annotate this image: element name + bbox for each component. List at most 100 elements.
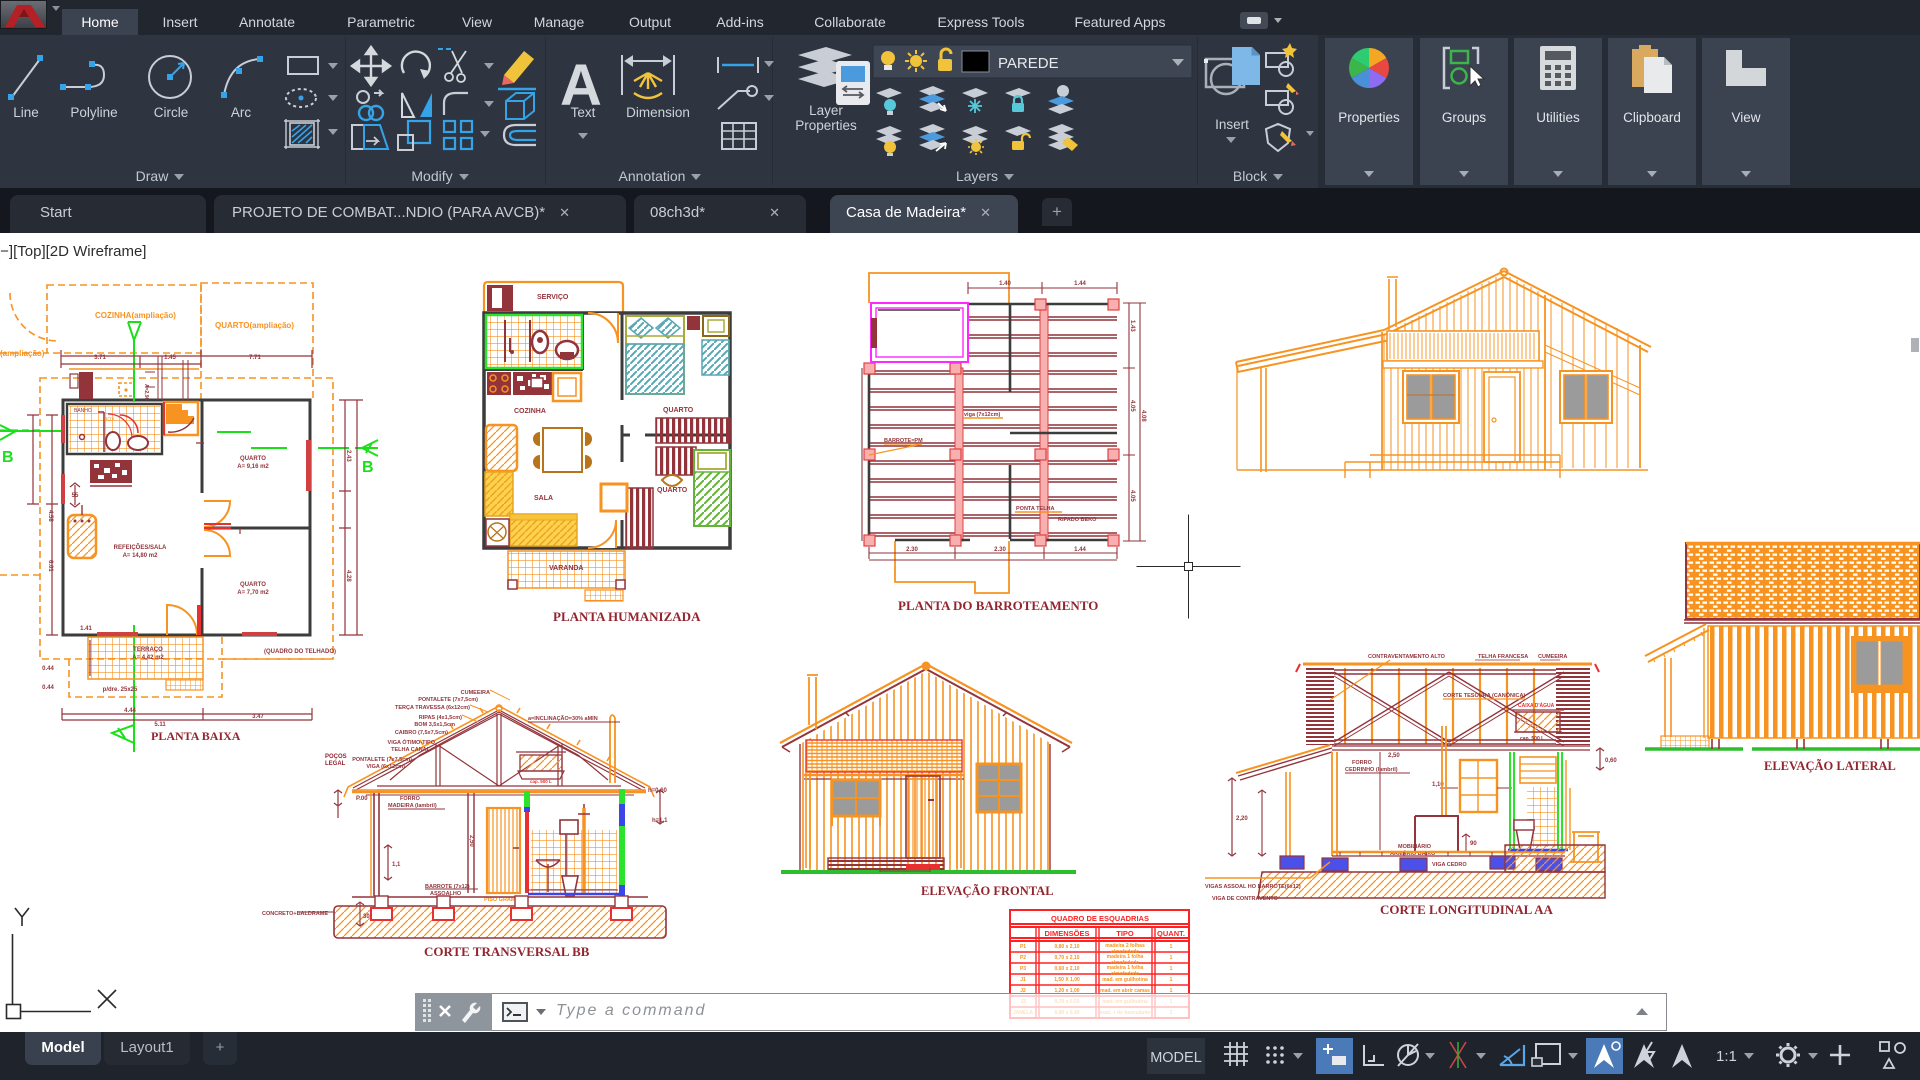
svg-text:90: 90: [1470, 841, 1477, 847]
svg-text:1:1: 1:1: [1716, 1048, 1737, 1065]
svg-text:VARANDA: VARANDA: [549, 565, 583, 572]
svg-text:4.58: 4.58: [47, 510, 53, 522]
svg-text:QUARTO: QUARTO: [240, 456, 266, 462]
svg-text:a=INCLINAÇÃO=30% aMIN: a=INCLINAÇÃO=30% aMIN: [528, 715, 598, 722]
svg-text:A= 4,42 m2: A= 4,42 m2: [132, 655, 164, 661]
svg-text:BOM 3,5x1,5cm: BOM 3,5x1,5cm: [414, 722, 455, 728]
svg-text:B: B: [362, 459, 374, 476]
svg-text:BANHO: BANHO: [74, 408, 92, 414]
svg-text:30: 30: [363, 914, 370, 920]
svg-text:4.08: 4.08: [1140, 410, 1146, 422]
svg-text:CAIXA D'ÁGUA: CAIXA D'ÁGUA: [1518, 702, 1555, 709]
svg-text:RIPAS (4x1,5cm): RIPAS (4x1,5cm): [419, 715, 462, 721]
svg-text:CORTE TESOURA (CANÔNICA): CORTE TESOURA (CANÔNICA): [1443, 691, 1525, 699]
svg-text:cap. 500 L: cap. 500 L: [530, 779, 552, 784]
svg-text:cap. 500 L: cap. 500 L: [1520, 736, 1544, 742]
svg-text:0,60: 0,60: [1605, 758, 1617, 764]
svg-text:P1: P1: [1020, 944, 1026, 950]
svg-text:0.44: 0.44: [42, 666, 54, 672]
svg-text:CUMEEIRA: CUMEEIRA: [461, 690, 490, 696]
svg-text:1: 1: [1170, 955, 1173, 961]
svg-text:ELEVAÇÃO LATERAL: ELEVAÇÃO LATERAL: [1764, 759, 1896, 773]
svg-text:1.40: 1.40: [999, 281, 1011, 287]
svg-text:PLANTA HUMANIZADA: PLANTA HUMANIZADA: [553, 609, 701, 624]
svg-text:TELHA CANAL: TELHA CANAL: [391, 747, 431, 753]
svg-text:3.71: 3.71: [94, 355, 106, 361]
svg-text:PONTALETE (7x7,5cm): PONTALETE (7x7,5cm): [352, 757, 412, 763]
svg-text:CORTE TRANSVERSAL BB: CORTE TRANSVERSAL BB: [424, 944, 590, 959]
svg-text:1: 1: [1170, 977, 1173, 983]
svg-text:2,50: 2,50: [1388, 753, 1400, 759]
svg-text:PLANTA BAIXA: PLANTA BAIXA: [151, 729, 241, 743]
svg-text:SERVIÇO: SERVIÇO: [537, 294, 569, 301]
svg-text:1: 1: [1170, 966, 1173, 972]
svg-text:4.05: 4.05: [1129, 490, 1135, 502]
svg-text:SALA: SALA: [534, 495, 553, 502]
svg-text:2.30: 2.30: [994, 547, 1006, 553]
svg-text:4.05: 4.05: [1129, 400, 1135, 412]
svg-text:2.43: 2.43: [345, 450, 351, 462]
svg-text:2,20: 2,20: [1236, 816, 1248, 822]
svg-text:A= 9,16 m2: A= 9,16 m2: [237, 464, 269, 470]
svg-text:4.28: 4.28: [345, 570, 351, 582]
svg-text:A= 14,80 m2: A= 14,80 m2: [123, 553, 159, 559]
svg-text:A= 7,70 m2: A= 7,70 m2: [237, 590, 269, 596]
svg-text:CAIBRO (7,5x7,5cm): CAIBRO (7,5x7,5cm): [395, 730, 448, 736]
svg-text:CONCRETO+BALDRAME: CONCRETO+BALDRAME: [262, 911, 328, 917]
svg-text:CONTRAVENTAMENTO ALTO: CONTRAVENTAMENTO ALTO: [1368, 654, 1446, 660]
svg-text:QUARTO: QUARTO: [240, 582, 266, 588]
svg-text:1,1: 1,1: [392, 862, 401, 868]
svg-text:0.44: 0.44: [42, 685, 54, 691]
svg-text:REFEIÇÕES/SALA: REFEIÇÕES/SALA: [114, 544, 167, 551]
svg-text:0,70 x 2,10: 0,70 x 2,10: [1054, 955, 1079, 961]
svg-text:CEDRINHO (lambril): CEDRINHO (lambril): [1345, 767, 1398, 773]
svg-text:1.44: 1.44: [1074, 281, 1086, 287]
svg-text:RIPADO BEKO: RIPADO BEKO: [1058, 517, 1097, 523]
svg-text:COZINHA(ampliação): COZINHA(ampliação): [95, 311, 176, 320]
svg-text:CUMEEIRA: CUMEEIRA: [1538, 654, 1567, 660]
svg-text:1.41: 1.41: [80, 626, 92, 632]
svg-text:FORRO: FORRO: [400, 796, 421, 802]
svg-text:0,60 x 2,10: 0,60 x 2,10: [1054, 966, 1079, 972]
svg-text:TELHA FRANCESA: TELHA FRANCESA: [1478, 654, 1528, 660]
svg-text:LEGAL: LEGAL: [325, 761, 346, 767]
svg-text:P.00: P.00: [356, 796, 368, 802]
svg-text:QUARTO: QUARTO: [663, 407, 694, 414]
svg-text:TERÇA TRAVESSA (6x12cm): TERÇA TRAVESSA (6x12cm): [395, 705, 470, 711]
svg-text:p/dre. 25x25: p/dre. 25x25: [103, 687, 138, 693]
svg-text:55: 55: [72, 493, 79, 499]
svg-text:mad. em guilhotina: mad. em guilhotina: [1102, 977, 1148, 983]
svg-text:0,80 x 2,10: 0,80 x 2,10: [1054, 944, 1079, 950]
svg-text:QUARTO: QUARTO: [657, 487, 688, 494]
svg-text:1.43: 1.43: [1129, 320, 1135, 332]
svg-text:viga (7x12cm): viga (7x12cm): [964, 412, 1001, 418]
svg-text:VIGA CEDRO: VIGA CEDRO: [1432, 862, 1467, 868]
svg-text:B: B: [2, 449, 14, 466]
svg-text:1: 1: [1170, 944, 1173, 950]
svg-text:DIMENSÕES: DIMENSÕES: [1044, 929, 1089, 938]
svg-text:J1: J1: [1020, 977, 1026, 983]
svg-text:POÇOS: POÇOS: [325, 754, 347, 760]
svg-text:MOBILIÁRIO: MOBILIÁRIO: [1398, 843, 1432, 850]
svg-text:A=2,90: A=2,90: [143, 384, 149, 400]
svg-text:PAREDE: PAREDE: [998, 55, 1059, 72]
svg-text:2,50: 2,50: [468, 835, 474, 847]
svg-text:2.30: 2.30: [906, 547, 918, 553]
svg-text:ELEVAÇÃO FRONTAL: ELEVAÇÃO FRONTAL: [921, 884, 1054, 898]
svg-text:1.45: 1.45: [164, 355, 176, 361]
svg-text:1.44: 1.44: [1074, 547, 1086, 553]
svg-text:3.47: 3.47: [252, 714, 264, 720]
svg-text:5.11: 5.11: [154, 722, 166, 728]
svg-text:VIGA (6x12cm): VIGA (6x12cm): [366, 764, 405, 770]
svg-text:TERRAÇO: TERRAÇO: [133, 647, 163, 653]
svg-text:PONTA TELHA: PONTA TELHA: [1016, 506, 1055, 512]
svg-text:PONTALETE (7x7,5cm): PONTALETE (7x7,5cm): [418, 697, 478, 703]
svg-text:MODEL: MODEL: [1150, 1050, 1202, 1066]
svg-text:VIGA ÓTIMO-TIPO: VIGA ÓTIMO-TIPO: [388, 738, 436, 746]
svg-text:P3: P3: [1020, 966, 1026, 972]
svg-text:QUANT.: QUANT.: [1157, 929, 1185, 938]
svg-text:1,50 X 1,00: 1,50 X 1,00: [1054, 977, 1080, 983]
svg-text:7.71: 7.71: [249, 355, 261, 361]
svg-text:MADEIRA (lambril): MADEIRA (lambril): [388, 803, 437, 809]
svg-text:PLANTA DO BARROTEAMENTO: PLANTA DO BARROTEAMENTO: [898, 598, 1098, 613]
